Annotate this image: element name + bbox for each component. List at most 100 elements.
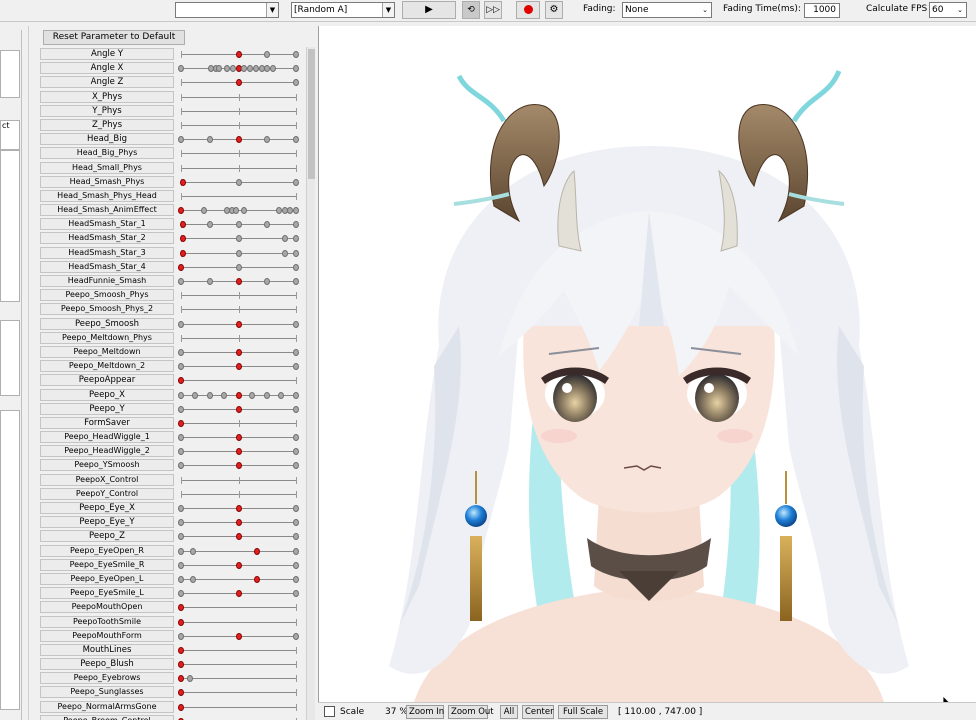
slider-keyframe-marker[interactable] [189,575,196,583]
slider-keyframe-marker[interactable] [189,547,196,555]
slider-keyframe-marker[interactable] [235,178,242,186]
slider-keyframe-marker[interactable] [206,278,213,285]
parameter-slider[interactable] [178,263,299,271]
parameter-slider[interactable] [178,675,297,683]
slider-handle-active[interactable] [235,348,242,356]
slider-keyframe-marker[interactable] [293,348,299,356]
parameter-slider[interactable] [178,207,299,215]
parameter-slider[interactable] [181,334,297,342]
parameter-slider[interactable] [181,93,297,101]
slider-keyframe-marker[interactable] [293,51,299,58]
slider-handle-active[interactable] [235,505,242,512]
slider-handle-active[interactable] [178,661,184,669]
slider-keyframe-marker[interactable] [293,65,299,73]
slider-keyframe-marker[interactable] [178,363,184,371]
slider-keyframe-marker[interactable] [293,505,299,512]
slider-handle-active[interactable] [235,519,242,527]
slider-keyframe-marker[interactable] [293,575,299,583]
slider-keyframe-marker[interactable] [178,65,184,73]
full-scale-button[interactable]: Full Scale [558,705,608,719]
reset-parameters-button[interactable]: Reset Parameter to Default [43,30,185,45]
parameter-slider[interactable] [181,490,297,498]
parameter-slider[interactable] [178,65,299,73]
parameter-slider[interactable] [178,632,299,640]
slider-handle-active[interactable] [178,689,184,697]
record-button[interactable] [516,1,540,19]
slider-keyframe-marker[interactable] [281,235,288,243]
parameter-slider[interactable] [178,661,297,669]
slider-handle-active[interactable] [235,320,242,328]
parameter-slider[interactable] [178,689,297,697]
parameter-slider[interactable] [180,249,299,257]
slider-keyframe-marker[interactable] [235,249,242,257]
parameter-slider[interactable] [178,590,299,598]
slider-keyframe-marker[interactable] [215,65,222,73]
slider-handle-active[interactable] [180,249,187,257]
slider-handle-active[interactable] [178,675,184,683]
parameter-slider[interactable] [178,448,299,456]
model-select[interactable]: ▼ [175,2,279,18]
slider-handle-active[interactable] [178,604,184,612]
slider-keyframe-marker[interactable] [293,547,299,555]
parameter-slider[interactable] [178,348,299,356]
slider-handle-active[interactable] [235,561,242,569]
fading-time-input[interactable]: 1000 [804,3,840,18]
slider-keyframe-marker[interactable] [206,221,213,229]
slider-handle-active[interactable] [180,235,187,243]
parameter-slider[interactable] [178,575,299,583]
slider-keyframe-marker[interactable] [241,207,248,215]
slider-keyframe-marker[interactable] [178,348,184,356]
scrollbar-thumb[interactable] [308,49,315,179]
parameter-scrollbar[interactable] [306,47,315,720]
slider-handle-active[interactable] [235,278,242,285]
slider-keyframe-marker[interactable] [206,136,213,144]
motion-select[interactable]: [Random A] ▼ [291,2,395,18]
slider-keyframe-marker[interactable] [187,675,194,683]
slider-keyframe-marker[interactable] [293,391,299,399]
slider-keyframe-marker[interactable] [293,363,299,371]
parameter-slider[interactable] [178,561,299,569]
slider-keyframe-marker[interactable] [178,320,184,328]
parameter-slider[interactable] [178,405,299,413]
slider-keyframe-marker[interactable] [178,448,184,456]
slider-handle-active[interactable] [235,632,242,640]
slider-handle-active[interactable] [178,377,184,385]
slider-keyframe-marker[interactable] [264,278,271,285]
slider-keyframe-marker[interactable] [293,590,299,598]
slider-handle-active[interactable] [253,575,260,583]
slider-keyframe-marker[interactable] [293,249,299,257]
parameter-slider[interactable] [178,136,299,144]
slider-keyframe-marker[interactable] [293,263,299,271]
parameter-slider[interactable] [178,278,299,285]
slider-handle-active[interactable] [178,207,184,215]
slider-keyframe-marker[interactable] [293,519,299,527]
slider-keyframe-marker[interactable] [293,136,299,144]
model-viewer-canvas[interactable] [318,26,976,702]
slider-keyframe-marker[interactable] [249,391,256,399]
parameter-slider[interactable] [181,150,297,158]
slider-handle-active[interactable] [235,590,242,598]
slider-keyframe-marker[interactable] [178,434,184,442]
parameter-slider[interactable] [178,377,297,385]
slider-keyframe-marker[interactable] [293,221,299,229]
parameter-slider[interactable] [178,363,299,371]
slider-handle-active[interactable] [253,547,260,555]
slider-keyframe-marker[interactable] [178,590,184,598]
slider-keyframe-marker[interactable] [229,65,236,73]
slider-keyframe-marker[interactable] [178,561,184,569]
slider-handle-active[interactable] [178,646,184,654]
parameter-slider[interactable] [181,306,297,314]
slider-keyframe-marker[interactable] [293,79,299,87]
slider-handle-active[interactable] [235,363,242,371]
slider-handle-active[interactable] [235,448,242,456]
slider-keyframe-marker[interactable] [178,405,184,413]
slider-keyframe-marker[interactable] [201,207,207,215]
slider-handle-active[interactable] [178,703,184,711]
parameter-slider[interactable] [178,703,297,711]
slider-handle-active[interactable] [235,51,242,58]
slider-keyframe-marker[interactable] [264,136,271,144]
slider-keyframe-marker[interactable] [293,178,299,186]
slider-keyframe-marker[interactable] [252,65,259,73]
slider-keyframe-marker[interactable] [293,235,299,243]
slider-keyframe-marker[interactable] [178,462,184,470]
